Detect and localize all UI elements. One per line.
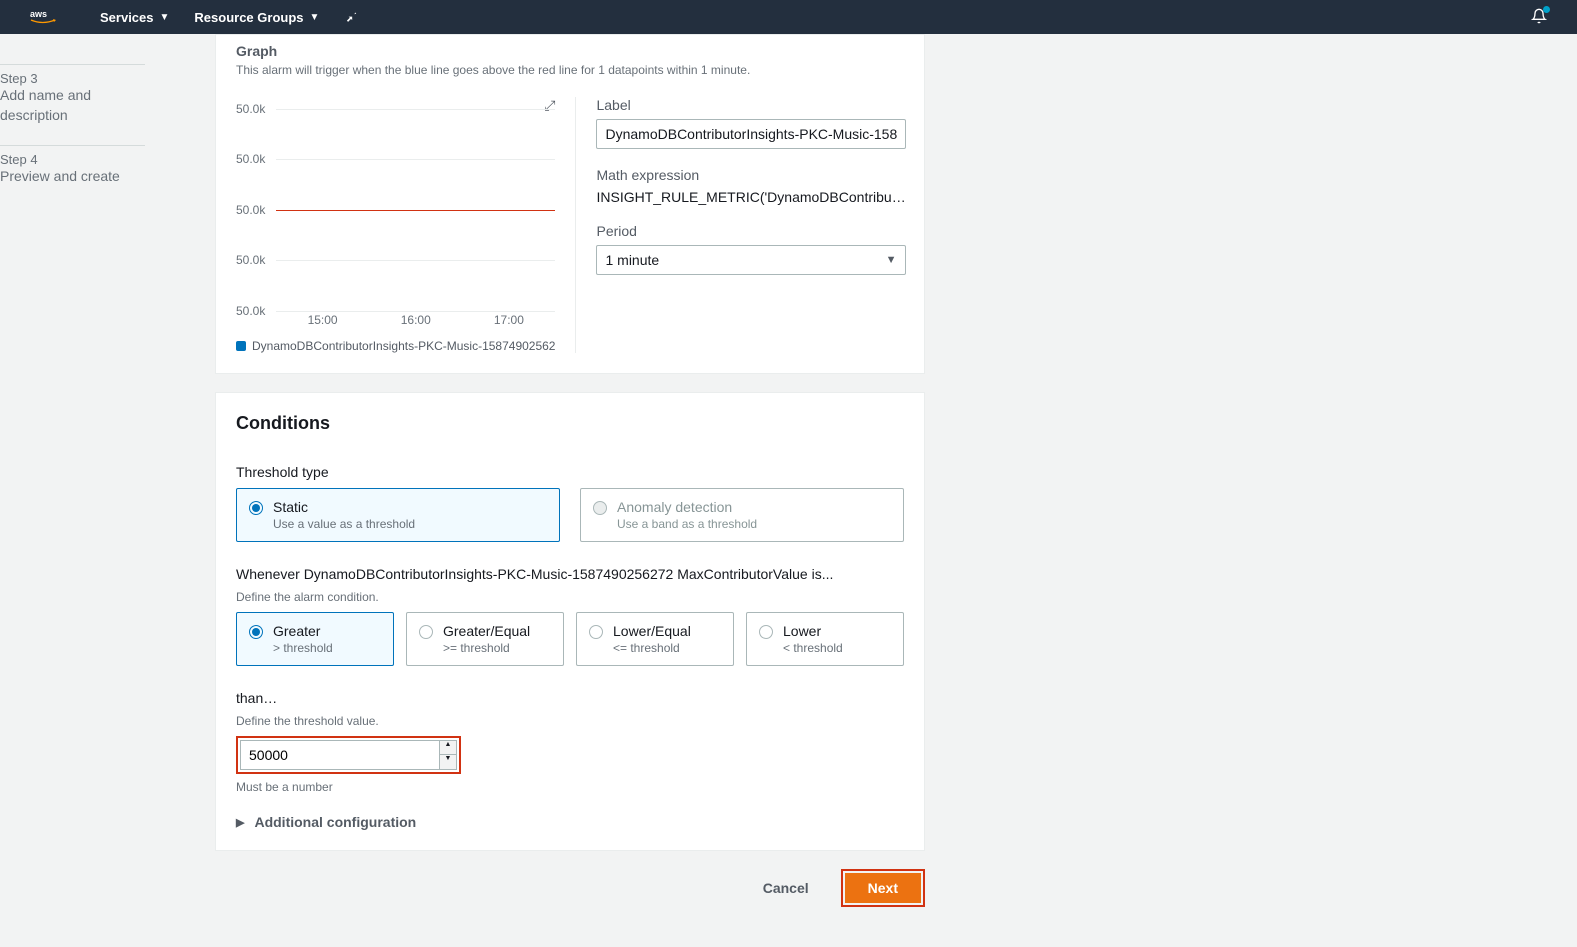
tile-sub: > threshold (273, 641, 333, 655)
tile-title: Greater (273, 623, 333, 639)
step-label: Preview and create (0, 167, 145, 187)
tile-title: Lower/Equal (613, 623, 691, 639)
y-tick: 50.0k (236, 253, 265, 267)
period-select[interactable]: 1 minute ▼ (596, 245, 906, 275)
caret-down-icon: ▼ (160, 12, 170, 23)
y-tick: 50.0k (236, 152, 265, 166)
tile-title: Static (273, 499, 415, 515)
tile-title: Anomaly detection (617, 499, 757, 515)
whenever-label: Whenever DynamoDBContributorInsights-PKC… (236, 566, 904, 582)
operator-lower-equal[interactable]: Lower/Equal <= threshold (576, 612, 734, 666)
next-button[interactable]: Next (845, 873, 921, 903)
threshold-line (276, 210, 555, 212)
nav-services[interactable]: Services ▼ (100, 10, 169, 25)
svg-text:aws: aws (30, 9, 47, 19)
aws-logo-icon: aws (20, 8, 70, 26)
nav-resource-groups-label: Resource Groups (194, 10, 303, 25)
step-number: Step 4 (0, 152, 145, 167)
y-tick: 50.0k (236, 304, 265, 318)
step-number: Step 3 (0, 71, 145, 86)
conditions-title: Conditions (236, 413, 904, 434)
sidebar-step-3[interactable]: Step 3 Add name and description (0, 64, 145, 145)
metric-panel: Graph This alarm will trigger when the b… (215, 34, 925, 374)
operator-greater-equal[interactable]: Greater/Equal >= threshold (406, 612, 564, 666)
nav-services-label: Services (100, 10, 154, 25)
y-tick: 50.0k (236, 203, 265, 217)
math-expression-value: INSIGHT_RULE_METRIC('DynamoDBContributor… (596, 189, 906, 205)
next-button-highlight: Next (841, 869, 925, 907)
label-input[interactable] (596, 119, 906, 149)
whenever-desc: Define the alarm condition. (236, 590, 904, 604)
conditions-panel: Conditions Threshold type Static Use a v… (215, 392, 925, 851)
tile-title: Lower (783, 623, 843, 639)
step-label: Add name and description (0, 86, 145, 125)
tile-sub: < threshold (783, 641, 843, 655)
threshold-type-static[interactable]: Static Use a value as a threshold (236, 488, 560, 542)
y-tick: 50.0k (236, 102, 265, 116)
wizard-actions: Cancel Next (215, 869, 925, 907)
cancel-button[interactable]: Cancel (743, 874, 829, 902)
threshold-value-input[interactable] (240, 740, 440, 770)
aws-logo[interactable]: aws (20, 8, 70, 26)
notifications-button[interactable] (1531, 8, 1547, 27)
stepper-up-button[interactable]: ▲ (440, 741, 456, 755)
chart-legend: DynamoDBContributorInsights-PKC-Music-15… (236, 339, 555, 353)
period-value: 1 minute (596, 245, 906, 275)
radio-icon (419, 625, 433, 639)
tile-sub: Use a band as a threshold (617, 517, 757, 531)
legend-label: DynamoDBContributorInsights-PKC-Music-15… (252, 339, 555, 353)
threshold-hint: Must be a number (236, 780, 904, 794)
threshold-type-label: Threshold type (236, 464, 904, 480)
x-tick: 15:00 (308, 313, 338, 327)
tile-sub: >= threshold (443, 641, 530, 655)
additional-config-label: Additional configuration (254, 814, 416, 830)
than-desc: Define the threshold value. (236, 714, 904, 728)
legend-color-icon (236, 341, 246, 351)
pin-icon[interactable] (344, 9, 358, 26)
label-field-label: Label (596, 97, 906, 113)
threshold-input-highlight: ▲ ▼ (236, 736, 461, 774)
top-nav: aws Services ▼ Resource Groups ▼ (0, 0, 1577, 34)
operator-greater[interactable]: Greater > threshold (236, 612, 394, 666)
radio-icon (589, 625, 603, 639)
math-expression-label: Math expression (596, 167, 906, 183)
graph-description: This alarm will trigger when the blue li… (236, 63, 904, 77)
sidebar-step-4[interactable]: Step 4 Preview and create (0, 145, 145, 207)
caret-right-icon: ▶ (236, 816, 244, 829)
wizard-sidebar: Step 3 Add name and description Step 4 P… (0, 34, 145, 947)
tile-sub: Use a value as a threshold (273, 517, 415, 531)
threshold-type-anomaly: Anomaly detection Use a band as a thresh… (580, 488, 904, 542)
radio-icon (249, 501, 263, 515)
tile-sub: <= threshold (613, 641, 691, 655)
than-label: than… (236, 690, 904, 706)
period-label: Period (596, 223, 906, 239)
operator-lower[interactable]: Lower < threshold (746, 612, 904, 666)
caret-down-icon: ▼ (310, 12, 320, 23)
tile-title: Greater/Equal (443, 623, 530, 639)
radio-icon (759, 625, 773, 639)
additional-config-expander[interactable]: ▶ Additional configuration (236, 814, 904, 830)
radio-icon (593, 501, 607, 515)
graph-title: Graph (236, 43, 904, 59)
radio-icon (249, 625, 263, 639)
nav-resource-groups[interactable]: Resource Groups ▼ (194, 10, 319, 25)
notification-dot (1543, 6, 1550, 13)
stepper-down-button[interactable]: ▼ (440, 755, 456, 769)
x-tick: 16:00 (401, 313, 431, 327)
x-tick: 17:00 (494, 313, 524, 327)
chart-area: ⤢ 50.0k 50.0k 50.0k 50.0k 50.0k 15:00 (236, 97, 576, 353)
